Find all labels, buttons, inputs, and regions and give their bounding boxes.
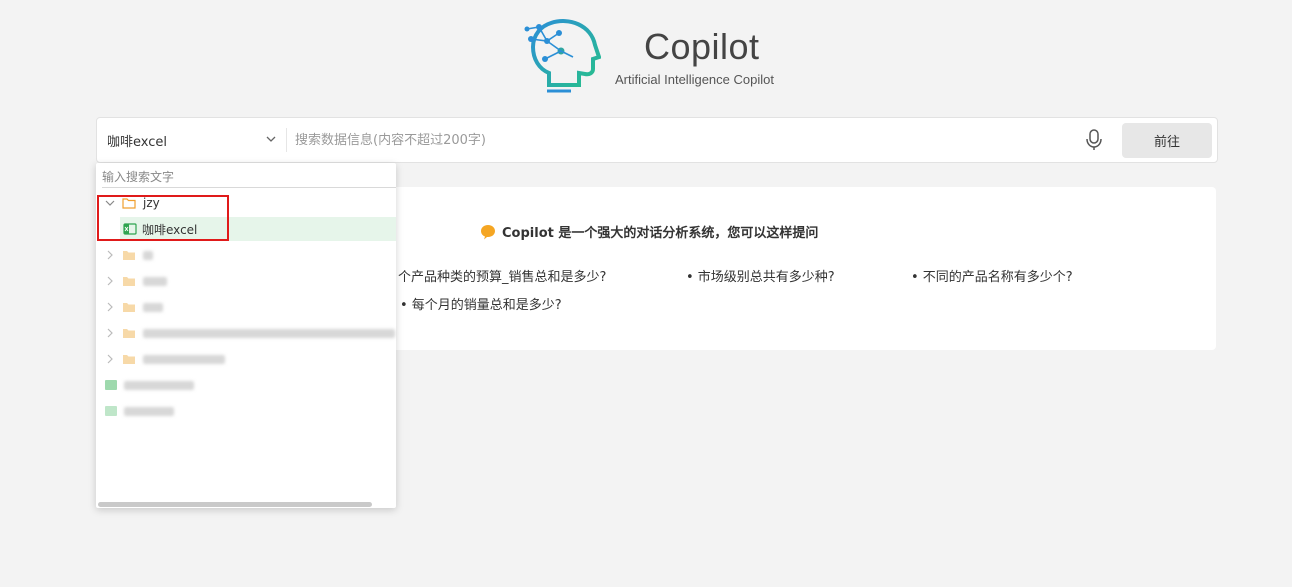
- annotation-highlight-box: [97, 195, 229, 241]
- tree-label: [143, 302, 163, 312]
- folder-icon: [123, 329, 135, 338]
- go-button[interactable]: 前往: [1122, 123, 1212, 158]
- chevron-right-icon[interactable]: [104, 327, 116, 339]
- chevron-down-icon[interactable]: [264, 132, 278, 146]
- divider: [286, 128, 287, 152]
- folder-icon: [123, 303, 135, 312]
- suggestions-title-row: Copilot 是一个强大的对话分析系统，您可以这样提问: [480, 222, 818, 241]
- tree-label: [143, 250, 153, 260]
- tree-file[interactable]: [96, 399, 396, 423]
- tree-folder[interactable]: [96, 243, 396, 267]
- chevron-right-icon[interactable]: [104, 249, 116, 261]
- copilot-logo-icon: [524, 19, 601, 93]
- app-title: Copilot: [644, 26, 760, 67]
- folder-icon: [123, 251, 135, 260]
- tree-label: [143, 328, 395, 338]
- microphone-icon[interactable]: [1083, 128, 1105, 152]
- suggestion-item[interactable]: 个产品种类的预算_销售总和是多少?: [398, 266, 606, 285]
- suggestions-title: Copilot 是一个强大的对话分析系统，您可以这样提问: [502, 226, 819, 241]
- tree-label: [124, 406, 174, 416]
- query-input[interactable]: [295, 126, 1065, 154]
- suggestion-item[interactable]: • 每个月的销量总和是多少?: [400, 294, 562, 313]
- search-bar: 咖啡excel 前往: [96, 117, 1218, 163]
- tree-folder[interactable]: [96, 295, 396, 319]
- excel-file-icon: [105, 380, 117, 390]
- datasource-value: 咖啡excel: [107, 134, 167, 150]
- excel-file-icon: [105, 406, 117, 416]
- folder-icon: [123, 277, 135, 286]
- suggestion-item[interactable]: • 市场级别总共有多少种?: [686, 266, 835, 285]
- tree-label: [143, 354, 225, 364]
- dropdown-search-input[interactable]: [102, 166, 396, 188]
- folder-icon: [123, 355, 135, 364]
- horizontal-scrollbar[interactable]: [98, 502, 372, 507]
- tree-folder[interactable]: [96, 269, 396, 293]
- tree-folder[interactable]: [96, 347, 396, 371]
- chevron-right-icon[interactable]: [104, 301, 116, 313]
- tree-label: [124, 380, 194, 390]
- app-subtitle: Artificial Intelligence Copilot: [615, 72, 774, 87]
- chevron-right-icon[interactable]: [104, 275, 116, 287]
- tree-folder[interactable]: [96, 321, 396, 345]
- tree-file[interactable]: [96, 373, 396, 397]
- chat-bubble-icon: [481, 224, 495, 239]
- suggestion-item[interactable]: • 不同的产品名称有多少个?: [911, 266, 1073, 285]
- datasource-select[interactable]: 咖啡excel: [97, 118, 287, 162]
- tree-label: [143, 276, 167, 286]
- chevron-right-icon[interactable]: [104, 353, 116, 365]
